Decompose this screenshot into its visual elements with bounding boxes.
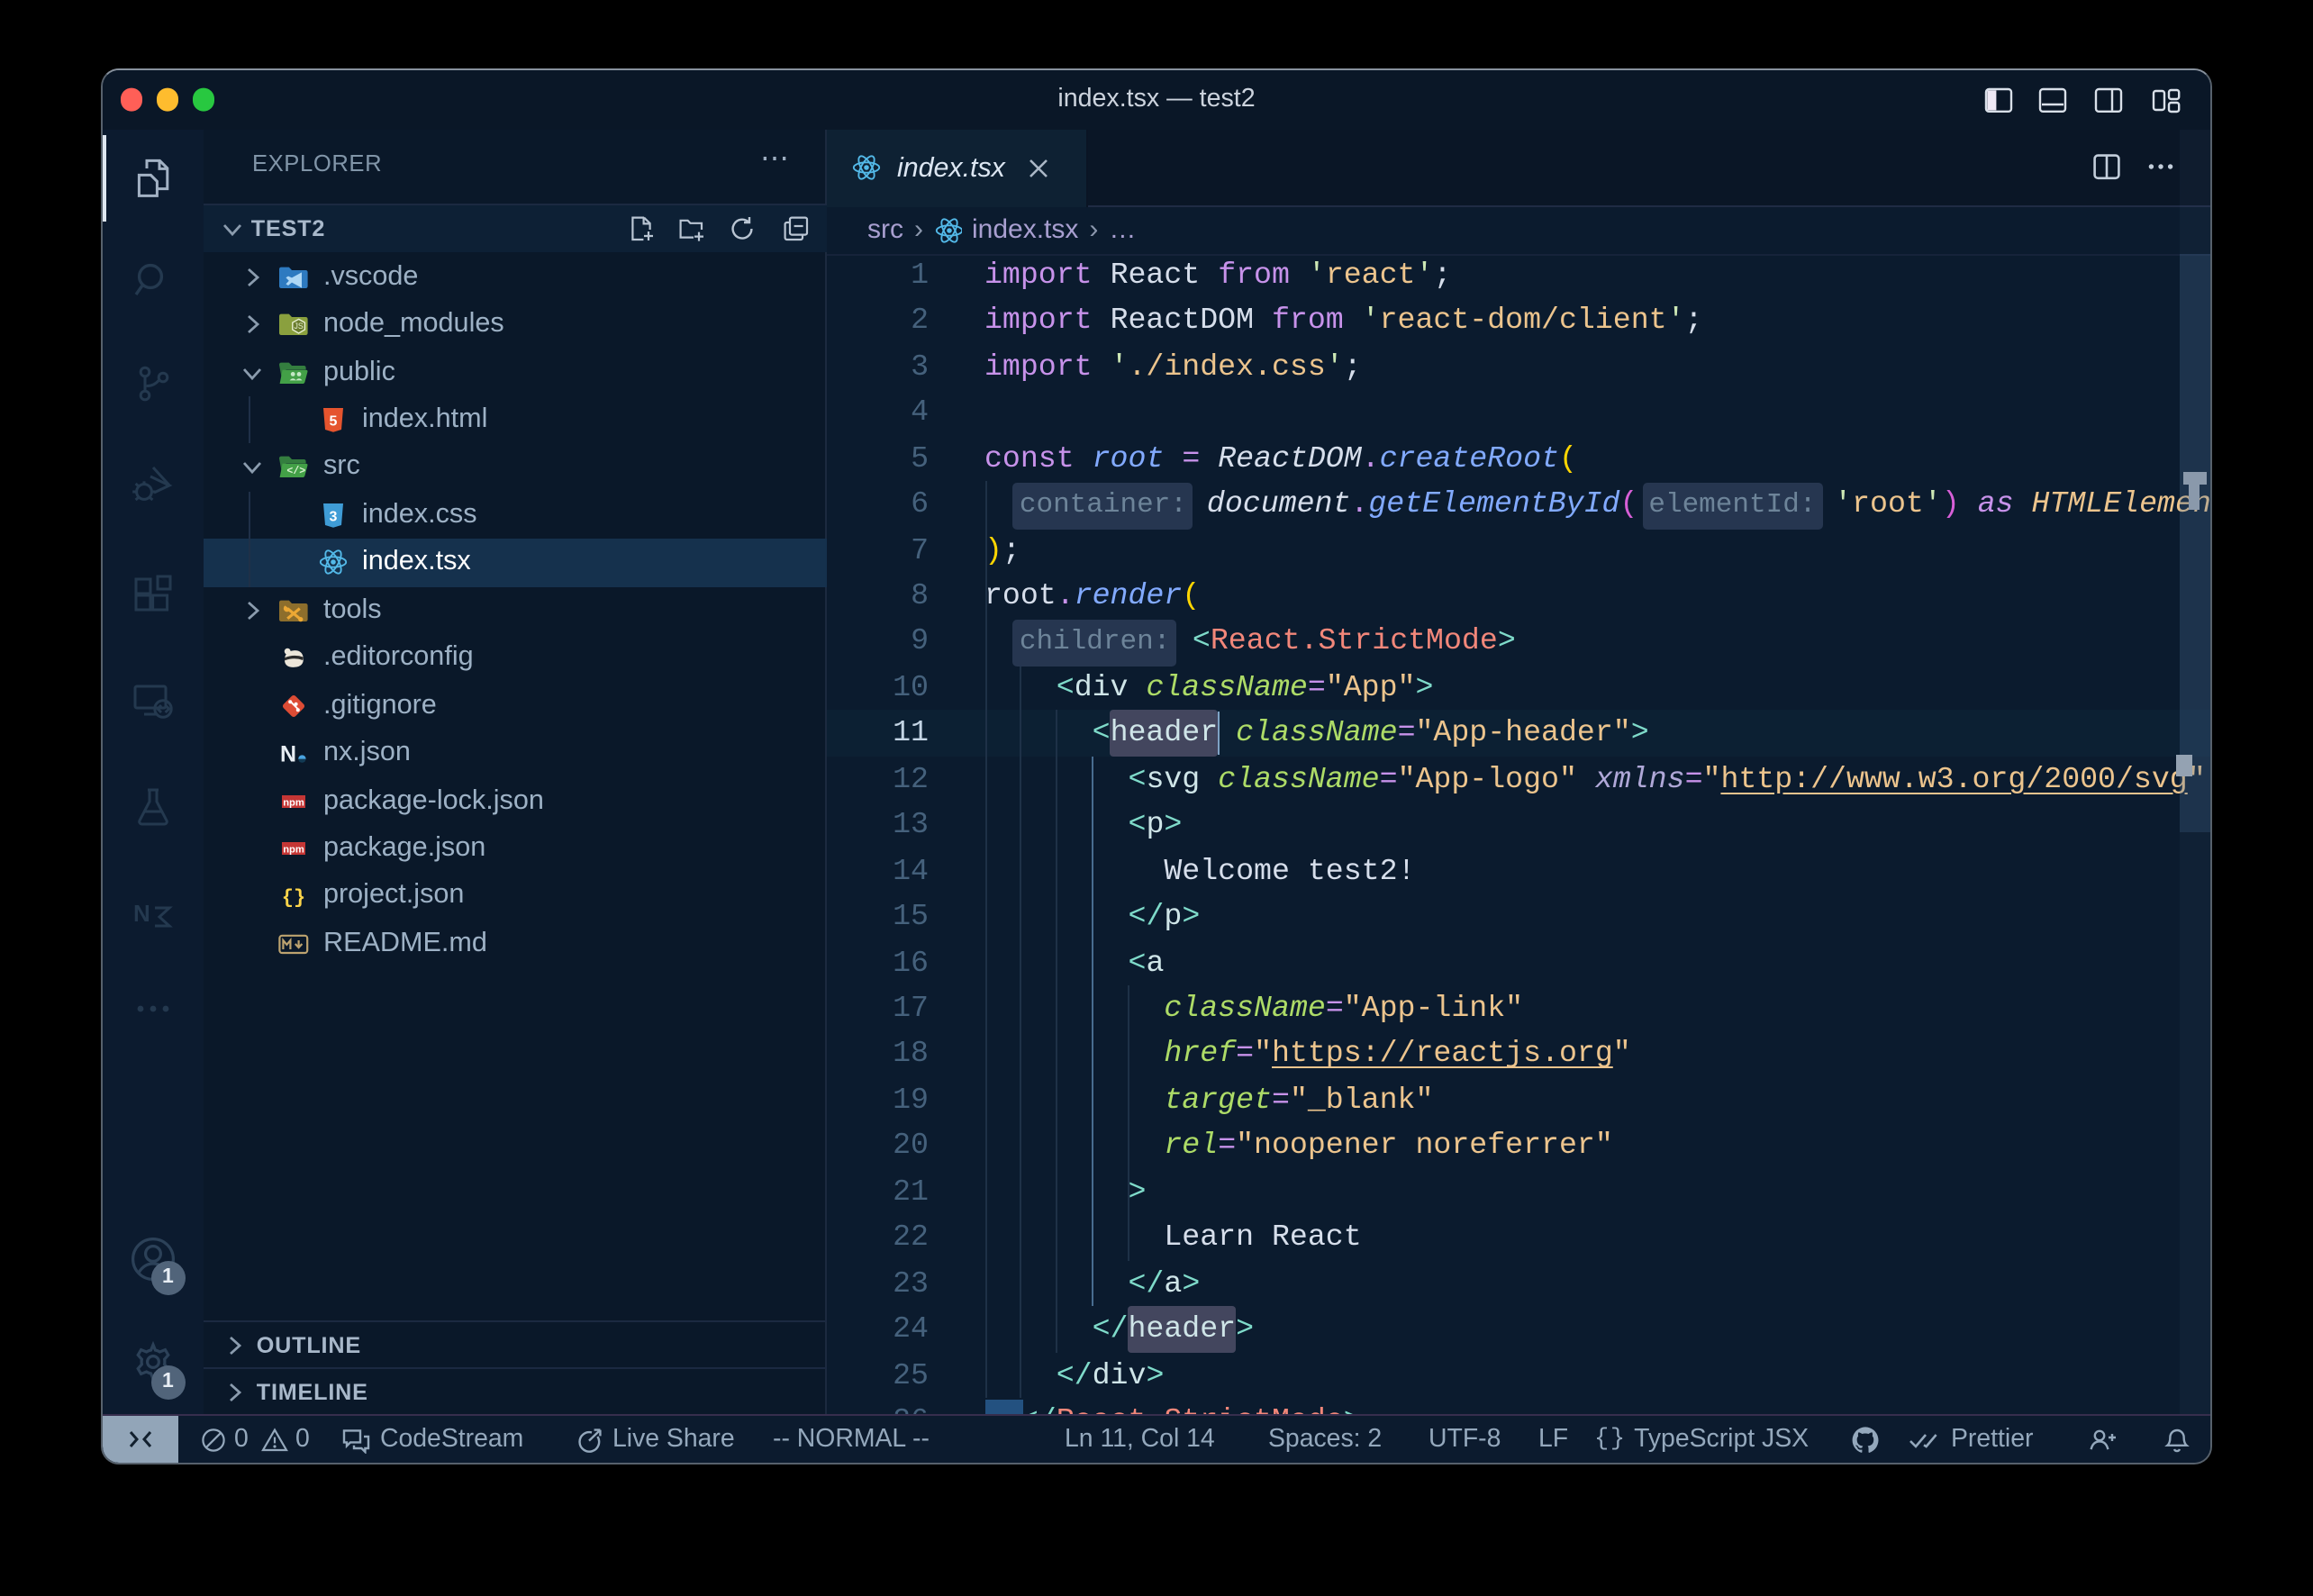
svg-text:npm: npm	[284, 797, 305, 808]
svg-text:N: N	[133, 900, 150, 927]
svg-text:N: N	[281, 742, 297, 767]
svg-text:5: 5	[330, 413, 338, 429]
svg-text:{}: {}	[283, 888, 306, 911]
svg-text:</>: </>	[287, 467, 306, 478]
svg-text:npm: npm	[284, 845, 305, 856]
svg-text:JS: JS	[295, 322, 304, 331]
svg-text:3: 3	[330, 509, 338, 524]
